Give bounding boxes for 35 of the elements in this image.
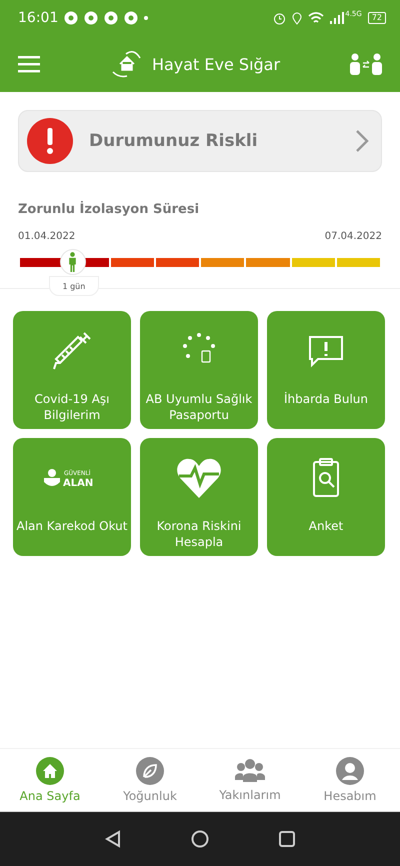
alarm-icon	[273, 12, 286, 24]
start-date: 01.04.2022	[18, 231, 76, 242]
home-button-icon[interactable]	[191, 830, 209, 848]
battery-level: 72	[368, 12, 386, 24]
warning-icon	[27, 118, 73, 164]
days-label: 1 gün	[48, 276, 99, 296]
feature-tile[interactable]: Korona Riskini Hesapla	[140, 438, 258, 556]
browser-notification-icon	[124, 11, 138, 25]
browser-notification-icon	[64, 11, 78, 25]
back-icon[interactable]	[105, 830, 121, 848]
account-icon	[336, 757, 364, 785]
wifi-icon	[308, 12, 324, 24]
chevron-right-icon	[355, 129, 369, 153]
end-date: 07.04.2022	[324, 231, 382, 242]
dot-icon	[144, 16, 148, 20]
feature-tile[interactable]: Anket	[267, 438, 385, 556]
feature-tile[interactable]: AB Uyumlu Sağlık Pasaportu	[140, 311, 258, 429]
people-icon	[235, 758, 265, 784]
app-title: Hayat Eve Sığar	[152, 54, 280, 74]
status-time: 16:01	[18, 10, 58, 26]
heart-pulse-icon	[175, 456, 223, 500]
browser-notification-icon	[84, 11, 98, 25]
location-icon	[292, 12, 302, 24]
recents-icon[interactable]	[279, 831, 295, 847]
person-icon	[68, 252, 78, 272]
risk-status-card[interactable]: Durumunuz Riskli	[18, 110, 382, 172]
people-swap-icon[interactable]	[350, 53, 382, 75]
home-icon	[36, 757, 64, 785]
menu-icon[interactable]	[18, 55, 40, 73]
section-title: Zorunlu İzolasyon Süresi	[18, 202, 200, 217]
browser-notification-icon	[104, 11, 118, 25]
signal-icon	[330, 12, 344, 24]
feature-tile[interactable]: İhbarda Bulun	[267, 311, 385, 429]
leaf-icon	[136, 757, 164, 785]
feature-tile[interactable]: Covid-19 Aşı Bilgilerim	[13, 311, 131, 429]
